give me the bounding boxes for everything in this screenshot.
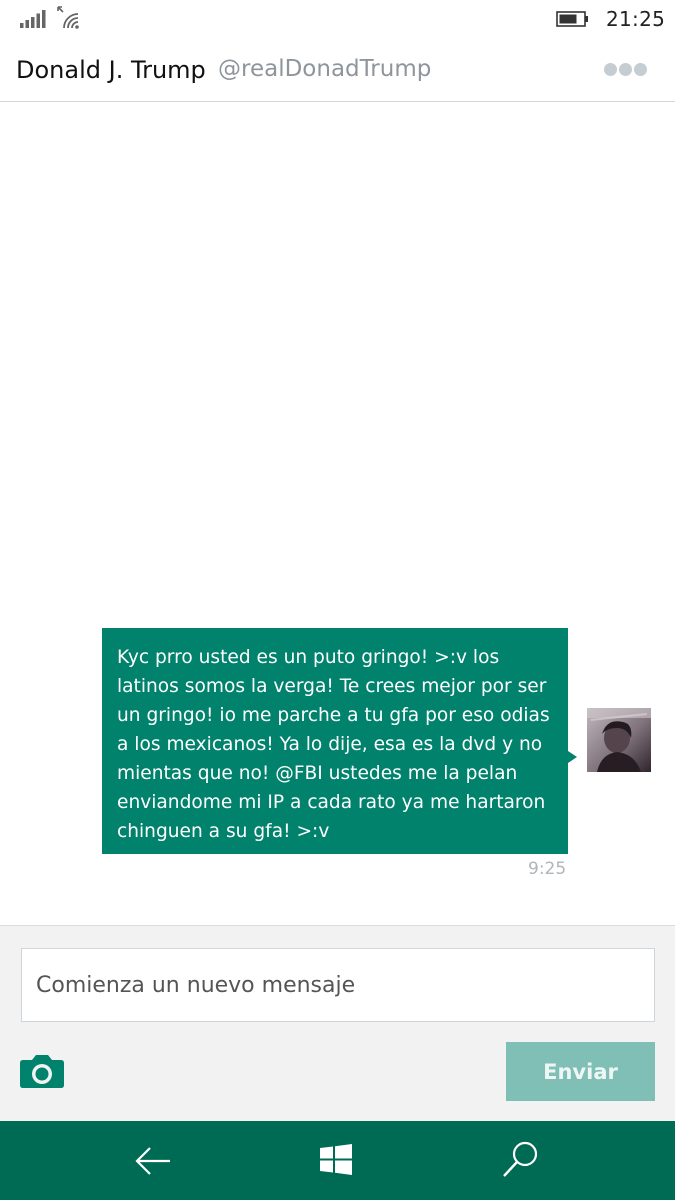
- camera-icon: [20, 1055, 64, 1088]
- status-time: 21:25: [606, 7, 666, 31]
- wifi-icon: [57, 6, 79, 29]
- start-button[interactable]: [318, 1143, 354, 1177]
- windows-start-icon: [320, 1144, 352, 1175]
- avatar[interactable]: [587, 708, 651, 772]
- back-icon: [135, 1147, 170, 1175]
- message-bubble-tail: [568, 751, 577, 763]
- compose-area: Enviar: [0, 925, 675, 1121]
- battery-icon: [556, 11, 588, 27]
- message-list[interactable]: Kyc prro usted es un puto gringo! >:v lo…: [0, 103, 675, 925]
- message-input[interactable]: [21, 948, 655, 1022]
- more-options-button[interactable]: [598, 58, 650, 82]
- search-icon: [503, 1141, 538, 1177]
- conversation-header: Donald J. Trump @realDonadTrump: [0, 40, 675, 102]
- search-button[interactable]: [500, 1139, 542, 1181]
- navigation-bar: [0, 1121, 675, 1200]
- signal-icon: [20, 10, 46, 28]
- contact-name: Donald J. Trump: [16, 56, 206, 84]
- message-bubble[interactable]: Kyc prro usted es un puto gringo! >:v lo…: [102, 628, 568, 854]
- contact-handle: @realDonadTrump: [218, 56, 432, 82]
- status-bar: 21:25: [0, 0, 675, 38]
- back-button[interactable]: [130, 1141, 176, 1181]
- message-timestamp: 9:25: [528, 859, 567, 879]
- send-button[interactable]: Enviar: [506, 1042, 655, 1101]
- camera-button[interactable]: [19, 1052, 65, 1090]
